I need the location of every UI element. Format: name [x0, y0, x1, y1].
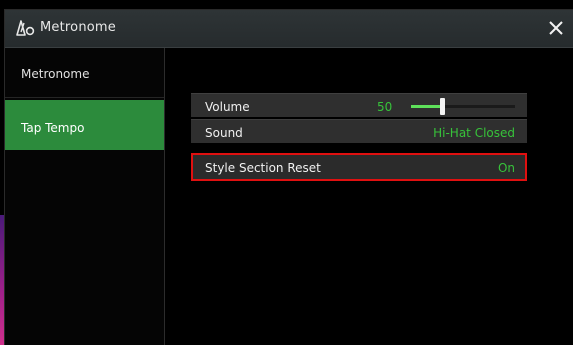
close-icon[interactable]: [546, 18, 566, 38]
style-section-reset-row[interactable]: Style Section Reset On: [191, 153, 527, 181]
volume-value: 50: [377, 100, 393, 114]
screen: Metronome Metronome Tap Tempo Volume 50: [0, 0, 573, 345]
settings-panel: Volume 50 Sound Hi-Hat Closed Style Sect…: [165, 48, 573, 345]
volume-slider-handle[interactable]: [440, 98, 445, 115]
sidebar-item-tap-tempo[interactable]: Tap Tempo: [5, 100, 164, 150]
sidebar-item-label: Tap Tempo: [21, 121, 85, 135]
dialog-title: Metronome: [40, 20, 116, 35]
sound-value: Hi-Hat Closed: [433, 126, 515, 140]
metronome-icon: [15, 19, 35, 37]
style-section-reset-value: On: [497, 161, 515, 175]
sidebar: Metronome Tap Tempo: [5, 48, 165, 345]
volume-label: Volume: [205, 100, 250, 114]
volume-slider[interactable]: [411, 98, 515, 115]
sound-row[interactable]: Sound Hi-Hat Closed: [191, 119, 527, 143]
metronome-dialog: Metronome Metronome Tap Tempo Volume 50: [4, 9, 573, 345]
settings-list: Volume 50 Sound Hi-Hat Closed Style Sect…: [191, 93, 527, 185]
style-section-reset-label: Style Section Reset: [205, 161, 321, 175]
volume-row[interactable]: Volume 50: [191, 93, 527, 117]
title-bar: Metronome: [5, 10, 573, 48]
volume-slider-fill: [411, 105, 442, 108]
sidebar-item-label: Metronome: [21, 67, 90, 81]
sidebar-item-metronome[interactable]: Metronome: [5, 48, 164, 98]
sound-label: Sound: [205, 126, 243, 140]
